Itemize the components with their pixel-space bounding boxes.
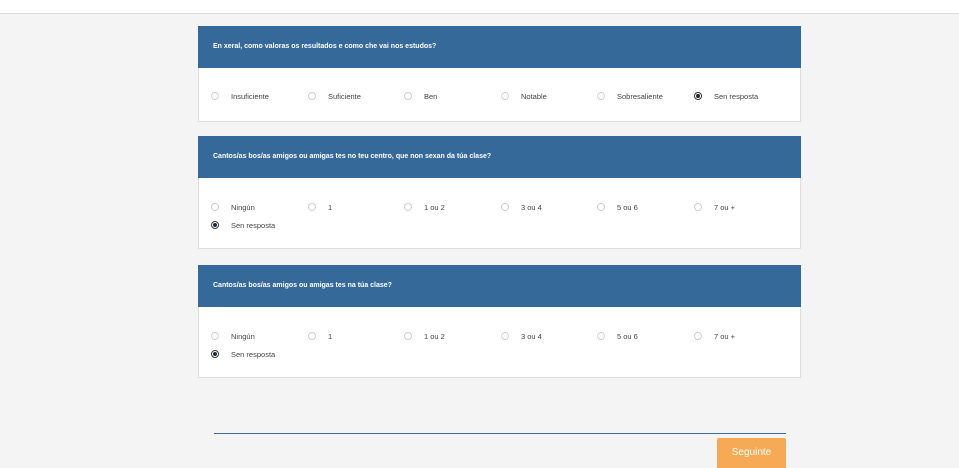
option-label: Ben xyxy=(424,91,438,101)
radio-button-checked[interactable] xyxy=(211,350,219,358)
radio-button-checked[interactable] xyxy=(211,221,219,229)
option-7-ou-mais[interactable]: 7 ou + xyxy=(694,330,735,342)
radio-button[interactable] xyxy=(211,203,219,211)
option-sen-resposta[interactable]: Sen resposta xyxy=(211,219,275,231)
top-bar xyxy=(0,0,959,14)
option-3-ou-4[interactable]: 3 ou 4 xyxy=(501,201,542,213)
option-label: Ningún xyxy=(231,331,255,341)
option-label: 1 xyxy=(328,202,333,212)
option-label: 1 ou 2 xyxy=(424,331,445,341)
option-1[interactable]: 1 xyxy=(308,201,332,213)
option-label: Notable xyxy=(521,91,547,101)
radio-button[interactable] xyxy=(694,332,702,340)
radio-button[interactable] xyxy=(404,203,412,211)
option-label: 3 ou 4 xyxy=(521,202,542,212)
option-label: 7 ou + xyxy=(714,202,736,212)
option-insuficiente[interactable]: Insuficiente xyxy=(211,90,269,102)
option-label: Ningún xyxy=(231,202,255,212)
option-1-ou-2[interactable]: 1 ou 2 xyxy=(404,330,445,342)
option-label: 5 ou 6 xyxy=(617,202,638,212)
question-title: En xeral, como valoras os resultados e c… xyxy=(198,26,801,68)
question-title: Cantos/as bos/as amigos ou amigas tes no… xyxy=(198,136,801,178)
radio-button[interactable] xyxy=(597,92,605,100)
option-suficiente[interactable]: Suficiente xyxy=(308,90,361,102)
option-sen-resposta[interactable]: Sen resposta xyxy=(211,348,275,360)
option-7-ou-mais[interactable]: 7 ou + xyxy=(694,201,735,213)
option-label: Sen resposta xyxy=(231,349,276,359)
option-ningun[interactable]: Ningún xyxy=(211,201,255,213)
question-title: Cantos/as bos/as amigos ou amigas tes na… xyxy=(198,265,801,307)
option-1[interactable]: 1 xyxy=(308,330,332,342)
radio-button[interactable] xyxy=(694,203,702,211)
radio-button[interactable] xyxy=(308,92,316,100)
option-sobresaliente[interactable]: Sobresaliente xyxy=(597,90,663,102)
option-label: 7 ou + xyxy=(714,331,736,341)
radio-button[interactable] xyxy=(501,92,509,100)
radio-button[interactable] xyxy=(211,332,219,340)
radio-button[interactable] xyxy=(501,203,509,211)
radio-button[interactable] xyxy=(501,332,509,340)
question-card-results: En xeral, como valoras os resultados e c… xyxy=(198,26,801,122)
radio-button[interactable] xyxy=(211,92,219,100)
option-5-ou-6[interactable]: 5 ou 6 xyxy=(597,201,638,213)
radio-button[interactable] xyxy=(404,332,412,340)
option-ningun[interactable]: Ningún xyxy=(211,330,255,342)
option-label: Sen resposta xyxy=(231,220,276,230)
option-5-ou-6[interactable]: 5 ou 6 xyxy=(597,330,638,342)
radio-button[interactable] xyxy=(597,203,605,211)
next-button[interactable]: Seguinte xyxy=(717,438,786,468)
radio-button[interactable] xyxy=(597,332,605,340)
option-label: 1 xyxy=(328,331,333,341)
radio-button[interactable] xyxy=(404,92,412,100)
question-card-school-friends: Cantos/as bos/as amigos ou amigas tes no… xyxy=(198,136,801,249)
option-1-ou-2[interactable]: 1 ou 2 xyxy=(404,201,445,213)
option-notable[interactable]: Notable xyxy=(501,90,547,102)
option-3-ou-4[interactable]: 3 ou 4 xyxy=(501,330,542,342)
option-label: Sen resposta xyxy=(714,91,759,101)
radio-button-checked[interactable] xyxy=(694,92,702,100)
radio-button[interactable] xyxy=(308,332,316,340)
option-label: 3 ou 4 xyxy=(521,331,542,341)
option-sen-resposta[interactable]: Sen resposta xyxy=(694,90,758,102)
footer-divider xyxy=(214,433,786,434)
option-label: 5 ou 6 xyxy=(617,331,638,341)
option-label: Sobresaliente xyxy=(617,91,663,101)
radio-button[interactable] xyxy=(308,203,316,211)
question-card-class-friends: Cantos/as bos/as amigos ou amigas tes na… xyxy=(198,265,801,378)
option-ben[interactable]: Ben xyxy=(404,90,437,102)
option-label: Insuficiente xyxy=(231,91,269,101)
option-label: 1 ou 2 xyxy=(424,202,445,212)
option-label: Suficiente xyxy=(328,91,361,101)
